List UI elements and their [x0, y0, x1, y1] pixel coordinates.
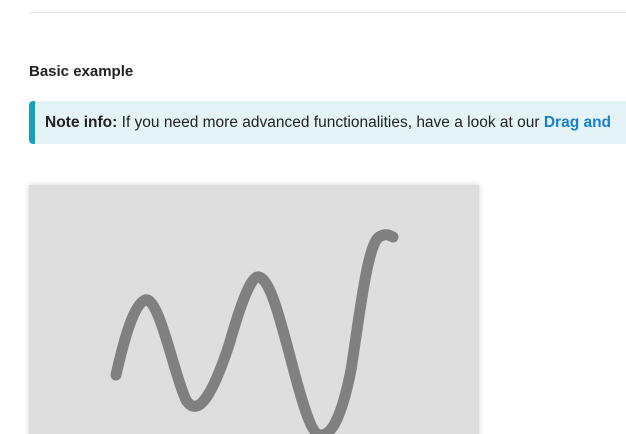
note-info-callout: Note info: If you need more advanced fun… — [29, 101, 626, 144]
drawing-svg — [110, 229, 399, 434]
drawing-canvas[interactable] — [29, 185, 479, 434]
note-accent-bar — [29, 101, 35, 144]
top-divider — [29, 12, 626, 13]
note-label: Note info: — [45, 114, 118, 131]
section-title: Basic example — [29, 63, 134, 80]
note-text: Note info: If you need more advanced fun… — [45, 112, 611, 134]
note-link[interactable]: Drag and — [544, 114, 611, 131]
note-body: If you need more advanced functionalitie… — [117, 114, 544, 131]
drawn-stroke — [110, 229, 399, 434]
page: Basic example Note info: If you need mor… — [0, 0, 626, 434]
